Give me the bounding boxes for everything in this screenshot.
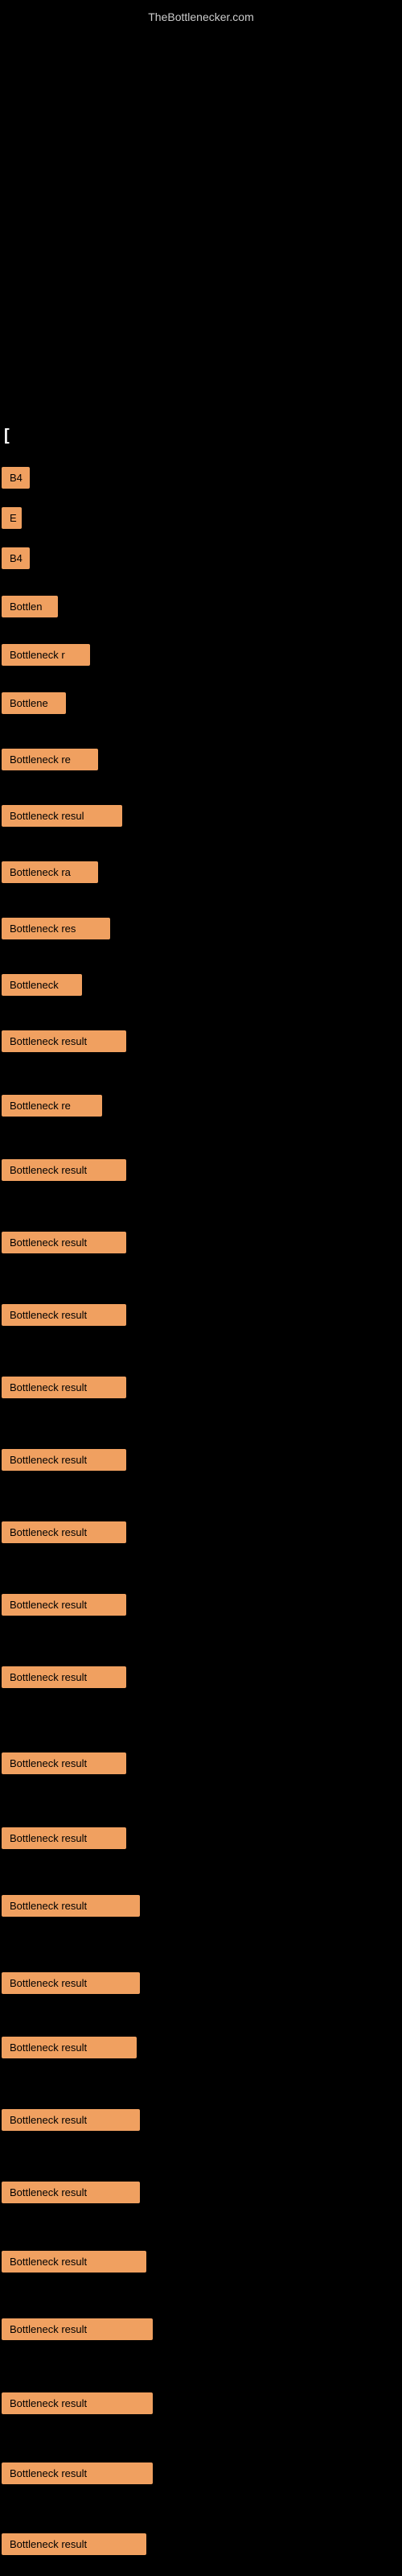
bottleneck-result-card[interactable]: Bottleneck result [2, 1895, 140, 1917]
bottleneck-result-card[interactable]: Bottleneck result [2, 1159, 126, 1181]
bottleneck-result-card[interactable]: Bottleneck [2, 974, 82, 996]
bottleneck-result-card[interactable]: Bottleneck result [2, 2109, 140, 2131]
bottleneck-result-card[interactable]: Bottleneck result [2, 1827, 126, 1849]
bottleneck-result-card[interactable]: B4 [2, 547, 30, 569]
bracket-label: [ [4, 427, 10, 445]
bottleneck-result-card[interactable]: Bottleneck result [2, 1972, 140, 1994]
bottleneck-result-card[interactable]: Bottleneck result [2, 2462, 153, 2484]
bottleneck-result-card[interactable]: Bottleneck result [2, 2182, 140, 2203]
bottleneck-result-card[interactable]: Bottleneck resul [2, 805, 122, 827]
bottleneck-result-card[interactable]: Bottleneck result [2, 2251, 146, 2273]
bottleneck-result-card[interactable]: Bottlen [2, 596, 58, 617]
bottleneck-result-card[interactable]: Bottleneck result [2, 1521, 126, 1543]
bottleneck-result-card[interactable]: Bottleneck result [2, 2533, 146, 2555]
bottleneck-result-card[interactable]: Bottleneck result [2, 1377, 126, 1398]
bottleneck-result-card[interactable]: Bottleneck result [2, 1752, 126, 1774]
bottleneck-result-card[interactable]: Bottlene [2, 692, 66, 714]
bottleneck-result-card[interactable]: Bottleneck result [2, 2392, 153, 2414]
bottleneck-result-card[interactable]: Bottleneck re [2, 749, 98, 770]
bottleneck-result-card[interactable]: Bottleneck result [2, 2037, 137, 2058]
bottleneck-result-card[interactable]: Bottleneck result [2, 1449, 126, 1471]
bottleneck-result-card[interactable]: Bottleneck result [2, 1304, 126, 1326]
bottleneck-result-card[interactable]: Bottleneck result [2, 1666, 126, 1688]
bottleneck-result-card[interactable]: Bottleneck result [2, 1594, 126, 1616]
bottleneck-result-card[interactable]: Bottleneck res [2, 918, 110, 939]
bottleneck-result-card[interactable]: Bottleneck re [2, 1095, 102, 1117]
bottleneck-result-card[interactable]: Bottleneck result [2, 1232, 126, 1253]
bottleneck-result-card[interactable]: Bottleneck r [2, 644, 90, 666]
bottleneck-result-card[interactable]: B4 [2, 467, 30, 489]
bottleneck-result-card[interactable]: E [2, 507, 22, 529]
site-title: TheBottlenecker.com [0, 4, 402, 30]
bottleneck-result-card[interactable]: Bottleneck result [2, 1030, 126, 1052]
bottleneck-result-card[interactable]: Bottleneck result [2, 2318, 153, 2340]
bottleneck-result-card[interactable]: Bottleneck ra [2, 861, 98, 883]
